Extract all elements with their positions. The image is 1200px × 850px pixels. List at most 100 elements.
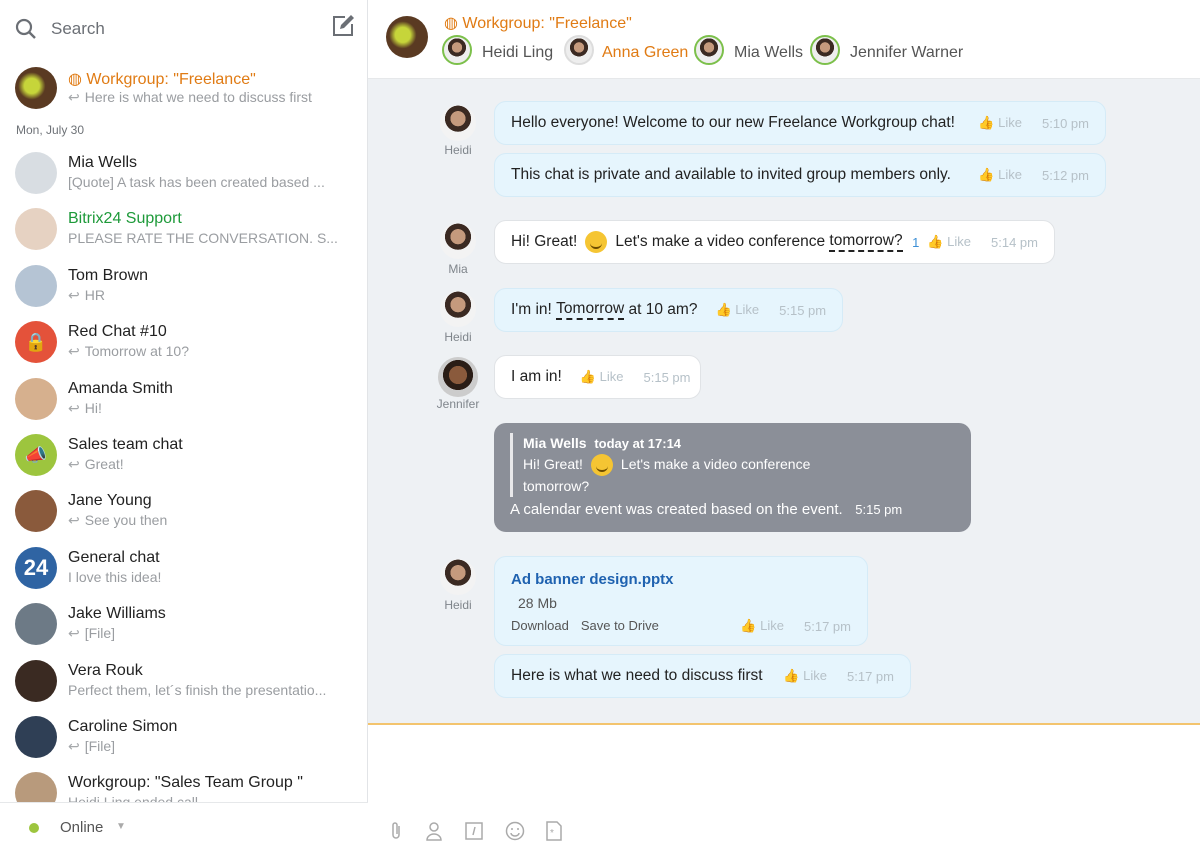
like-button[interactable]: 👍 Like <box>978 115 1022 131</box>
reply-icon: ↩ <box>68 287 80 303</box>
file-name[interactable]: Ad banner design.pptx <box>511 571 851 588</box>
chat-preview: Perfect them, let´s finish the presentat… <box>68 682 326 698</box>
chat-preview-row: ↩ [File] <box>68 625 348 642</box>
member-avatar[interactable] <box>442 35 472 65</box>
chat-preview: [Quote] A task has been created based ..… <box>68 174 325 190</box>
chevron-down-icon: ▼ <box>116 821 126 832</box>
compose-icon[interactable] <box>331 14 355 38</box>
member-avatar[interactable] <box>694 35 724 65</box>
date-link[interactable]: tomorrow? <box>829 232 902 252</box>
chat-preview-row: ↩ Great! <box>68 456 348 473</box>
message-bubble: Hello everyone! Welcome to our new Freel… <box>494 101 1106 145</box>
quote-text: Hi! Great! <box>523 456 583 472</box>
like-button[interactable]: 👍 Like <box>783 668 827 684</box>
command-icon[interactable] <box>464 821 484 841</box>
online-dot-icon <box>29 823 39 833</box>
date-label: Mon, July 30 <box>16 123 84 137</box>
chat-item[interactable]: Bitrix24 Support PLEASE RATE THE CONVERSA… <box>0 208 368 264</box>
message-text: I am in! <box>511 368 562 386</box>
chat-avatar: 🔒 <box>15 321 57 363</box>
member-name[interactable]: Anna Green <box>602 44 688 62</box>
message-text: Hi! Great! <box>511 233 577 251</box>
member-name[interactable]: Mia Wells <box>734 44 803 62</box>
chat-item[interactable]: 🔒 Red Chat #10 ↩Tomorrow at 10? <box>0 321 368 377</box>
message-text: at 10 am? <box>629 301 698 319</box>
reply-icon: ↩ <box>68 343 80 359</box>
chat-avatar: 24 <box>15 547 57 589</box>
chat-item[interactable]: Vera Rouk Perfect them, let´s finish the … <box>0 660 368 716</box>
reply-icon: ↩ <box>68 89 80 105</box>
chat-name: Caroline Simon <box>68 718 177 736</box>
chat-item[interactable]: Jake Williams↩[File] <box>0 603 368 659</box>
message-text: This chat is private and available to in… <box>511 166 951 184</box>
like-button[interactable]: 👍 Like <box>978 167 1022 183</box>
chat-item[interactable]: Jane Young ↩See you then <box>0 490 368 546</box>
like-button[interactable]: 👍 Like <box>715 302 759 318</box>
message-bubble: Hi! Great!Let's make a video conference … <box>494 220 1055 264</box>
message-time: 5:12 pm <box>1042 168 1089 183</box>
chat-name: Mia Wells <box>68 154 137 172</box>
author-name: Mia <box>428 262 488 276</box>
chat-item[interactable]: Amanda Smith↩Hi! <box>0 378 368 434</box>
chat-item[interactable]: Tom Brown↩HR <box>0 265 368 321</box>
author-avatar <box>440 105 476 141</box>
search-icon <box>15 18 37 40</box>
quote-time: today at 17:14 <box>594 436 681 451</box>
quote-text: tomorrow? <box>523 476 955 497</box>
quote-text: Let's make a video conference <box>621 456 810 472</box>
member-avatar[interactable] <box>810 35 840 65</box>
message-text: Here is what we need to discuss first <box>511 667 763 685</box>
chat-item-freelance[interactable]: ◍ Workgroup: "Freelance" ↩Here is what w… <box>0 67 368 123</box>
member-avatar[interactable] <box>564 35 594 65</box>
chat-avatar <box>15 152 57 194</box>
chat-name: Workgroup: "Freelance" <box>86 71 255 88</box>
save-to-drive-link[interactable]: Save to Drive <box>581 618 659 634</box>
chat-preview-row: ↩HR <box>68 287 348 304</box>
like-button[interactable]: 👍 Like <box>740 618 784 634</box>
chat-avatar <box>15 716 57 758</box>
attach-icon[interactable] <box>386 821 406 841</box>
message-input[interactable]: * <box>368 727 1200 850</box>
reply-icon: ↩ <box>68 456 80 472</box>
chat-name: Bitrix24 Support <box>68 210 182 228</box>
chat-preview: Great! <box>85 456 124 472</box>
chat-preview: See you then <box>85 512 168 528</box>
emoji-icon[interactable] <box>505 821 525 841</box>
author-avatar <box>440 559 476 595</box>
message-time: 5:14 pm <box>991 235 1038 250</box>
chat-preview: PLEASE RATE THE CONVERSATION. S... <box>68 230 338 246</box>
sidebar: Search ◍ Workgroup: "Freelance" ↩Here is… <box>0 0 368 850</box>
reply-icon: ↩ <box>68 738 80 754</box>
chat-item[interactable]: Caroline Simon↩[File] <box>0 716 368 772</box>
chat-preview: I love this idea! <box>68 569 161 585</box>
chat-item[interactable]: 24General chatI love this idea! <box>0 547 368 603</box>
lock-icon: 🔒 <box>25 332 47 353</box>
user-icon[interactable] <box>424 821 444 841</box>
reply-icon: ↩ <box>68 400 80 416</box>
like-button[interactable]: 👍 Like <box>580 369 624 385</box>
like-button[interactable]: 👍 Like <box>927 234 971 250</box>
message-time: 5:17 pm <box>847 669 894 684</box>
file-template-icon[interactable]: * <box>544 821 564 841</box>
chat-item[interactable]: 📣Sales team chat↩Great! <box>0 434 368 490</box>
chat-name: Jane Young <box>68 492 152 510</box>
message-time: 5:17 pm <box>804 619 851 634</box>
chat-name: Red Chat #10 <box>68 323 167 341</box>
chat-name: Vera Rouk <box>68 662 143 680</box>
chat-avatar <box>15 490 57 532</box>
chat-title[interactable]: Workgroup: "Freelance" <box>462 15 631 32</box>
chat-item[interactable]: Mia Wells [Quote] A task has been created… <box>0 152 368 208</box>
search-input[interactable]: Search <box>15 14 355 44</box>
svg-text:*: * <box>550 828 554 839</box>
date-link[interactable]: Tomorrow <box>556 300 624 320</box>
chat-preview: [File] <box>85 625 115 641</box>
download-link[interactable]: Download <box>511 618 569 634</box>
message-time: 5:15 pm <box>779 303 826 318</box>
member-name[interactable]: Jennifer Warner <box>850 44 963 62</box>
member-name[interactable]: Heidi Ling <box>482 44 553 62</box>
chat-preview-row: ↩See you then <box>68 512 348 529</box>
chat-preview-row: ↩Tomorrow at 10? <box>68 343 348 360</box>
reply-icon: ↩ <box>68 625 80 641</box>
status-selector[interactable]: Online ▼ <box>0 802 368 850</box>
chat-preview-row: PLEASE RATE THE CONVERSATION. S... <box>68 230 348 246</box>
